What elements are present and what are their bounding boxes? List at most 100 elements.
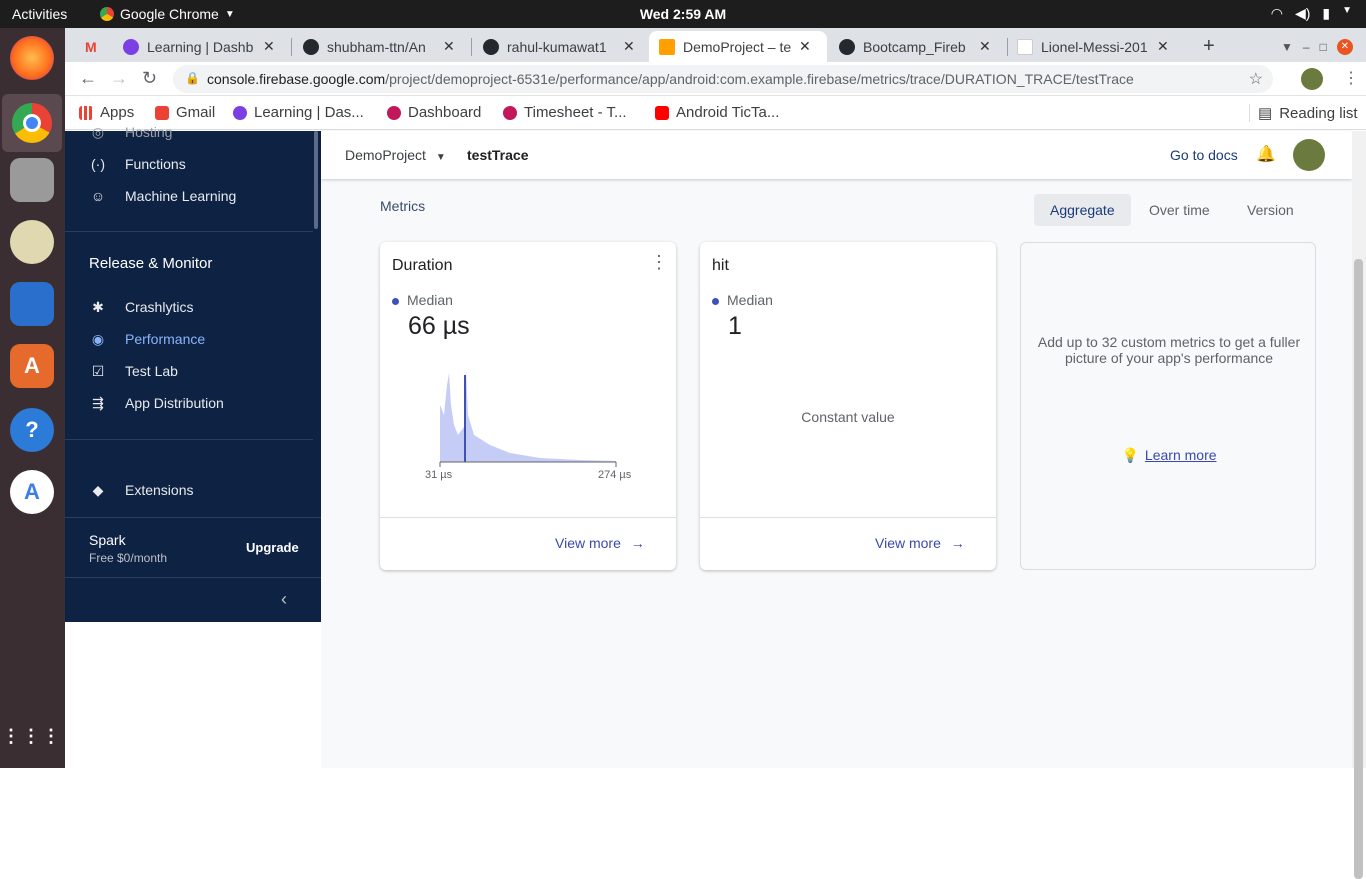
profile-avatar[interactable] (1301, 68, 1323, 90)
nav-hosting[interactable]: ◎ Hosting (89, 123, 173, 141)
document-icon[interactable] (10, 282, 54, 326)
activities-button[interactable]: Activities (12, 6, 67, 22)
bookmark-learning[interactable]: Learning | Das... (233, 104, 364, 121)
close-icon[interactable]: ✕ (443, 38, 455, 55)
rhythmbox-icon[interactable] (10, 220, 54, 264)
project-selector[interactable]: DemoProject ▼ (345, 147, 446, 163)
divider (65, 231, 313, 232)
duration-card: Duration ⋮ Median 66 µs 31 µs 274 µs Vie… (380, 242, 676, 570)
scroll-thumb[interactable] (1354, 259, 1363, 879)
histogram-area (440, 370, 616, 462)
custom-metrics-text: Add up to 32 custom metrics to get a ful… (1037, 334, 1301, 366)
tab-strip: M Learning | Dashb ✕ shubham-ttn/An ✕ rahu… (65, 28, 1366, 62)
android-studio-icon[interactable]: A (10, 470, 54, 514)
nav-crashlytics[interactable]: ✱ Crashlytics (89, 298, 193, 316)
bookmark-timesheet[interactable]: Timesheet - T... (503, 104, 627, 121)
bookmark-android[interactable]: Android TicTa... (655, 104, 779, 121)
star-icon[interactable]: ☆ (1249, 69, 1263, 89)
hit-card: hit Median 1 Constant value View more → (700, 242, 996, 570)
firebase-icon (659, 38, 675, 55)
tab-label: DemoProject – te (683, 38, 792, 55)
segment-over-time[interactable]: Over time (1133, 194, 1226, 226)
more-vert-icon[interactable]: ⋮ (650, 252, 668, 273)
divider (65, 439, 313, 440)
tab-shubham[interactable]: shubham-ttn/An ✕ (293, 31, 469, 62)
account-avatar[interactable] (1293, 139, 1325, 171)
lock-icon: 🔒 (185, 71, 200, 85)
github-icon (839, 38, 855, 55)
files-icon[interactable] (10, 158, 54, 202)
github-icon (303, 38, 319, 55)
segment-aggregate[interactable]: Aggregate (1034, 194, 1131, 226)
reading-list[interactable]: ▤ Reading list (1249, 104, 1358, 122)
close-icon[interactable]: ✕ (1157, 38, 1169, 55)
trace-name: testTrace (467, 147, 529, 163)
nav-extensions[interactable]: ◆ Extensions (89, 481, 194, 499)
upgrade-button[interactable]: Upgrade (246, 540, 299, 555)
github-icon (483, 38, 499, 55)
bookmark-gmail[interactable]: Gmail (155, 104, 215, 121)
median-value: 1 (728, 312, 742, 340)
tab-bootcamp[interactable]: Bootcamp_Fireb ✕ (829, 31, 1005, 62)
back-icon[interactable]: ← (79, 68, 97, 89)
notification-bell-icon[interactable]: 🔔 (1256, 144, 1276, 164)
segment-version[interactable]: Version (1231, 194, 1310, 226)
view-more-button[interactable]: View more → (555, 535, 645, 551)
help-icon[interactable]: ? (10, 408, 54, 452)
close-window-icon[interactable]: ✕ (1336, 38, 1353, 55)
tab-messi[interactable]: Lionel-Messi-201 ✕ (1007, 31, 1183, 62)
window-controls[interactable]: ▼ – □ ✕ (1271, 31, 1353, 62)
legend-dot (392, 298, 399, 305)
chrome-dock-icon[interactable] (2, 94, 62, 152)
firefox-icon[interactable] (10, 36, 54, 80)
chevron-down-icon: ▼ (224, 8, 235, 20)
bookmark-apps[interactable]: Apps (79, 104, 134, 121)
tab-rahul[interactable]: rahul-kumawat1 ✕ (473, 31, 649, 62)
divider (65, 517, 321, 518)
tab-label: Learning | Dashb (147, 38, 254, 55)
hosting-icon: ◎ (91, 123, 105, 140)
chevron-down-icon: ▼ (1342, 5, 1352, 16)
median-label: Median (392, 292, 453, 308)
tab-learning[interactable]: Learning | Dashb ✕ (113, 31, 289, 62)
new-tab-button[interactable]: + (1193, 31, 1215, 62)
divider (65, 577, 321, 578)
plan-price: Free $0/month (89, 551, 168, 565)
metrics-label: Metrics (380, 198, 426, 214)
median-value: 66 µs (408, 312, 470, 340)
learn-more-link[interactable]: 💡 Learn more (1021, 447, 1317, 464)
go-to-docs-link[interactable]: Go to docs (1170, 147, 1238, 163)
nav-performance[interactable]: ◉ Performance (89, 330, 205, 348)
url-path: /project/demoproject-6531e/performance/a… (385, 71, 1134, 87)
close-icon[interactable]: ✕ (979, 38, 991, 55)
lightbulb-icon: 💡 (1121, 447, 1139, 463)
close-icon[interactable]: ✕ (623, 38, 635, 55)
close-icon[interactable]: ✕ (263, 38, 275, 55)
card-title: hit (712, 257, 729, 274)
nav-machine-learning[interactable]: ☺ Machine Learning (89, 187, 236, 205)
show-apps-icon[interactable]: ⋮⋮⋮ (2, 714, 60, 758)
nav-functions[interactable]: (·) Functions (89, 155, 186, 173)
collapse-chevron-icon[interactable]: ‹ (281, 589, 287, 610)
close-icon[interactable]: ✕ (799, 38, 811, 55)
nav-test-lab[interactable]: ☑ Test Lab (89, 362, 178, 380)
system-tray[interactable]: ◠ ◀) ▮ ▼ (1271, 5, 1352, 22)
minimize-icon[interactable]: – (1303, 40, 1310, 54)
app-menu[interactable]: Google Chrome ▼ (100, 6, 235, 22)
reload-icon[interactable]: ↻ (142, 68, 157, 89)
page-scrollbar[interactable] (1352, 131, 1366, 879)
tab-demoproject[interactable]: DemoProject – te ✕ (649, 31, 827, 62)
url-field[interactable]: 🔒 console.firebase.google.com/project/de… (173, 65, 1273, 93)
forward-icon[interactable]: → (110, 68, 128, 89)
tab-search-icon[interactable]: ▼ (1281, 40, 1293, 54)
view-more-button[interactable]: View more → (875, 535, 965, 551)
nav-app-distribution[interactable]: ⇶ App Distribution (89, 394, 224, 412)
gmail-pinned-tab[interactable]: M (75, 31, 105, 62)
menu-icon[interactable]: ⋮ (1343, 68, 1359, 88)
software-icon[interactable]: A (10, 344, 54, 388)
maximize-icon[interactable]: □ (1320, 40, 1327, 54)
sidebar-scrollbar[interactable] (314, 131, 318, 229)
address-bar-row: ← → ↻ 🔒 console.firebase.google.com/proj… (65, 62, 1366, 96)
bookmark-dashboard[interactable]: Dashboard (387, 104, 481, 121)
median-label: Median (712, 292, 773, 308)
